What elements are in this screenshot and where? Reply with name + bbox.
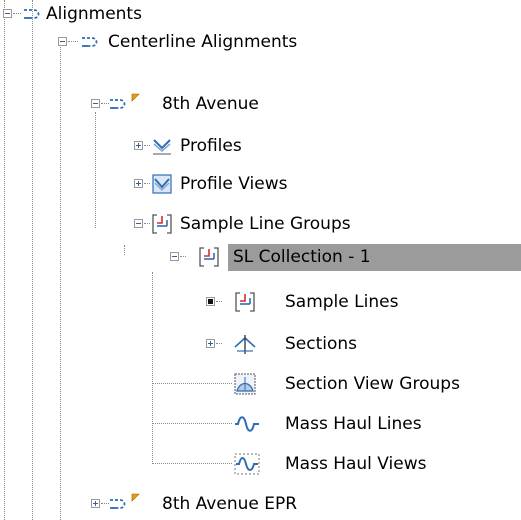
tree-node-sample-line-groups[interactable]: Sample Line Groups	[0, 210, 521, 238]
tree-node-label: SL Collection - 1	[233, 247, 371, 267]
sample-line-group-icon	[151, 213, 173, 235]
tree-line	[152, 383, 232, 384]
tree-node-8th-avenue-epr[interactable]: 8th Avenue EPR	[0, 490, 521, 518]
tree-line	[152, 463, 232, 464]
tree-line	[144, 183, 150, 184]
section-icon	[234, 333, 256, 355]
mass-haul-view-icon	[234, 453, 260, 475]
alignment-icon	[80, 31, 102, 53]
tree-node-label: Profiles	[180, 136, 242, 156]
alignment-flag-icon	[108, 493, 148, 515]
expand-toggle[interactable]	[206, 339, 215, 348]
tree-line	[68, 41, 78, 42]
tree-node-profiles[interactable]: Profiles	[0, 132, 521, 160]
tree-node-sections[interactable]: Sections	[0, 330, 521, 358]
alignment-icon	[22, 3, 44, 25]
tree-line	[13, 13, 21, 14]
collapse-toggle[interactable]	[3, 9, 12, 18]
tree-node-label: Mass Haul Views	[285, 454, 427, 474]
tree-node-label: Alignments	[46, 4, 142, 24]
collapse-toggle[interactable]	[91, 99, 100, 108]
tree-node-mass-haul-lines[interactable]: Mass Haul Lines	[0, 410, 521, 438]
tree-line	[144, 145, 150, 146]
expand-toggle[interactable]	[134, 141, 143, 150]
tree-node-sample-lines[interactable]: Sample Lines	[0, 288, 521, 316]
tree-node-8th-avenue[interactable]: 8th Avenue	[0, 90, 521, 118]
collapse-toggle[interactable]	[170, 252, 179, 261]
tree-node-alignments[interactable]: Alignments	[0, 0, 521, 28]
tree-node-label: 8th Avenue	[162, 94, 259, 114]
tree-line	[152, 423, 232, 424]
section-view-icon	[234, 373, 256, 395]
profile-icon	[151, 135, 173, 157]
tree-node-label: 8th Avenue EPR	[162, 494, 298, 514]
tree-node-label: Profile Views	[180, 174, 288, 194]
alignment-flag-icon	[108, 93, 148, 115]
collapse-toggle[interactable]	[58, 37, 67, 46]
tree-node-label: Mass Haul Lines	[285, 414, 422, 434]
tree-node-label: Sample Line Groups	[180, 214, 351, 234]
tree-node-label: Centerline Alignments	[108, 32, 298, 52]
tree-node-sl-collection-1[interactable]: SL Collection - 1	[0, 243, 521, 271]
tree-node-mass-haul-views[interactable]: Mass Haul Views	[0, 450, 521, 478]
tree-node-label: Sample Lines	[285, 292, 399, 312]
profile-view-icon	[151, 173, 173, 195]
sample-line-icon	[234, 291, 256, 313]
tree-node-profile-views[interactable]: Profile Views	[0, 170, 521, 198]
tree-node-label: Sections	[285, 334, 358, 354]
item-marker[interactable]	[206, 297, 215, 306]
tree-line	[216, 301, 222, 302]
tree-node-section-view-groups[interactable]: Section View Groups	[0, 370, 521, 398]
tree-line	[216, 343, 222, 344]
collapse-toggle[interactable]	[134, 219, 143, 228]
sample-line-group-icon	[198, 246, 220, 268]
expand-toggle[interactable]	[91, 499, 100, 508]
tree-node-label: Section View Groups	[285, 374, 460, 394]
tree-node-centerline-alignments[interactable]: Centerline Alignments	[0, 28, 521, 56]
tree-line	[144, 223, 150, 224]
mass-haul-icon	[234, 413, 260, 435]
tree-line	[180, 256, 186, 257]
expand-toggle[interactable]	[134, 179, 143, 188]
